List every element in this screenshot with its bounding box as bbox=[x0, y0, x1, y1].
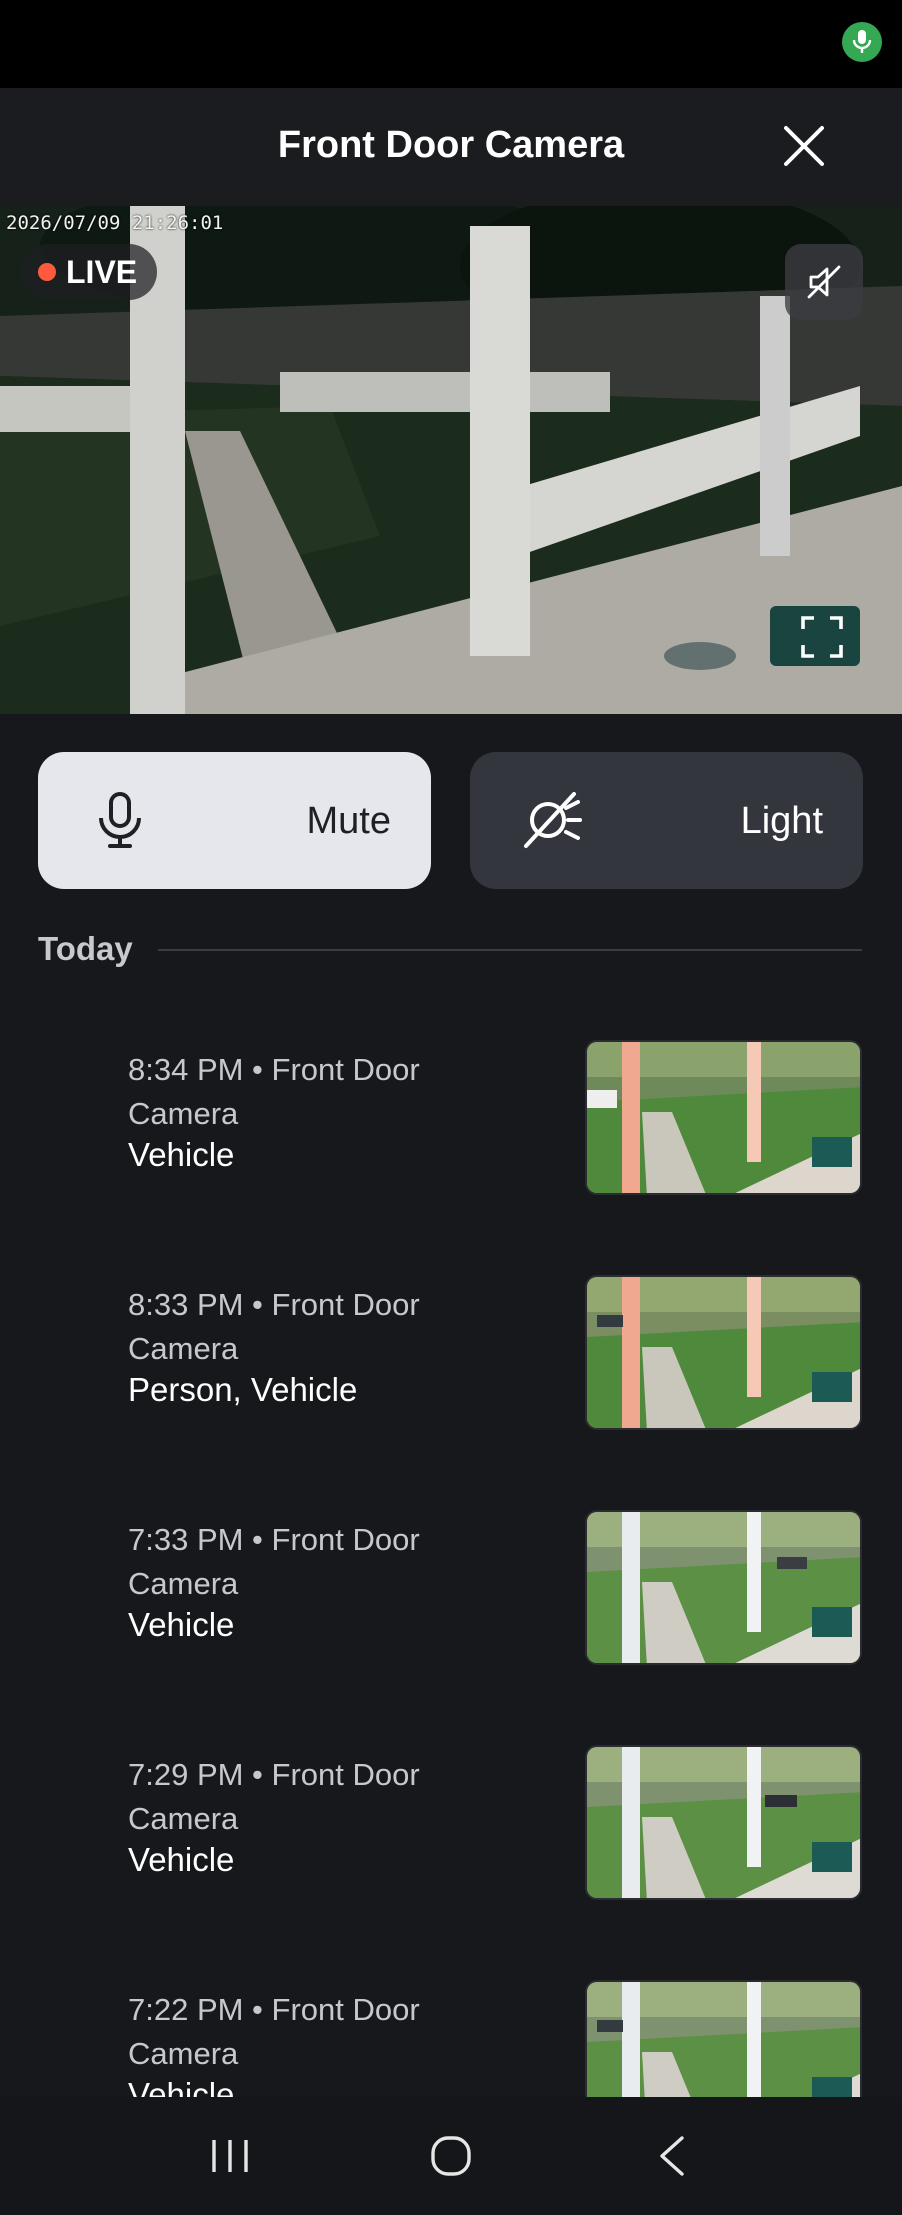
fullscreen-icon bbox=[801, 616, 843, 658]
light-button-label: Light bbox=[740, 800, 823, 842]
audio-toggle-button[interactable] bbox=[785, 244, 863, 320]
mute-button[interactable]: Mute bbox=[38, 752, 431, 889]
home-icon bbox=[431, 2136, 471, 2176]
header: Front Door Camera bbox=[0, 88, 902, 206]
event-item[interactable]: 8:34 PM • Front Door Camera Vehicle bbox=[0, 1040, 902, 1208]
section-label-today: Today bbox=[38, 930, 133, 967]
mute-button-label: Mute bbox=[306, 800, 391, 842]
light-off-icon bbox=[524, 792, 582, 848]
light-button[interactable]: Light bbox=[470, 752, 863, 889]
event-item[interactable]: 7:29 PM • Front Door Camera Vehicle bbox=[0, 1745, 902, 1913]
event-meta: 7:29 PM • Front Door Camera bbox=[128, 1757, 420, 1836]
back-button[interactable] bbox=[632, 2116, 712, 2196]
system-nav-bar bbox=[0, 2097, 902, 2215]
status-bar bbox=[0, 0, 902, 88]
live-dot-icon bbox=[38, 263, 56, 281]
home-button[interactable] bbox=[411, 2116, 491, 2196]
page-title: Front Door Camera bbox=[277, 124, 625, 166]
microphone-icon bbox=[99, 792, 141, 848]
event-thumbnail bbox=[585, 1275, 862, 1430]
event-item[interactable]: 8:33 PM • Front Door Camera Person, Vehi… bbox=[0, 1275, 902, 1443]
event-meta: 8:33 PM • Front Door Camera bbox=[128, 1287, 420, 1366]
fullscreen-button[interactable] bbox=[796, 611, 848, 663]
close-button[interactable] bbox=[776, 118, 832, 174]
event-meta: 7:22 PM • Front Door Camera bbox=[128, 1992, 420, 2071]
section-divider bbox=[158, 949, 862, 951]
close-icon bbox=[784, 126, 824, 166]
live-label: LIVE bbox=[66, 253, 138, 290]
event-thumbnail bbox=[585, 1745, 862, 1900]
event-type: Vehicle bbox=[128, 1841, 235, 1878]
event-thumbnail bbox=[585, 1040, 862, 1195]
recents-icon bbox=[212, 2140, 249, 2172]
microphone-icon bbox=[842, 22, 882, 62]
event-type: Vehicle bbox=[128, 1136, 235, 1173]
event-item[interactable]: 7:33 PM • Front Door Camera Vehicle bbox=[0, 1510, 902, 1678]
back-icon bbox=[659, 2136, 684, 2176]
camera-feed[interactable]: 2026/07/09 21:26:01 LIVE bbox=[0, 206, 902, 714]
live-badge: LIVE bbox=[20, 244, 158, 300]
event-type: Person, Vehicle bbox=[128, 1371, 358, 1408]
event-type: Vehicle bbox=[128, 1606, 235, 1643]
recents-button[interactable] bbox=[190, 2116, 270, 2196]
event-meta: 8:34 PM • Front Door Camera bbox=[128, 1052, 420, 1131]
event-meta: 7:33 PM • Front Door Camera bbox=[128, 1522, 420, 1601]
event-thumbnail bbox=[585, 1510, 862, 1665]
feed-timestamp: 2026/07/09 21:26:01 bbox=[6, 212, 224, 234]
speaker-muted-icon bbox=[807, 265, 841, 299]
